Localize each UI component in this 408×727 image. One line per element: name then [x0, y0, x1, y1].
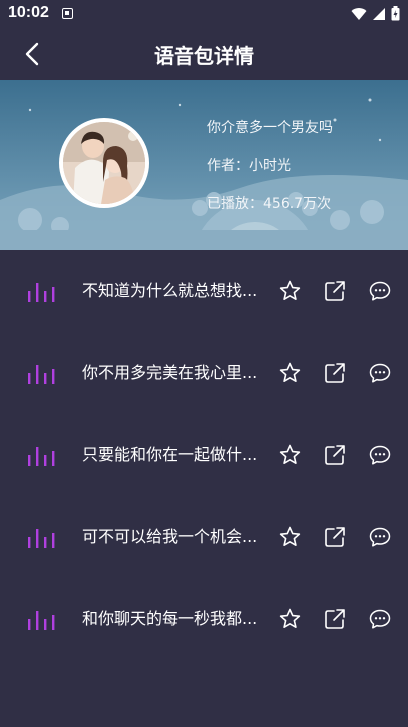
list-item-title[interactable]: 你不用多完美在我心里...	[82, 362, 268, 384]
wifi-icon	[351, 7, 367, 20]
star-icon[interactable]	[278, 607, 302, 631]
list-item[interactable]: 和你聊天的每一秒我都...	[0, 578, 408, 660]
battery-icon	[391, 6, 400, 21]
pack-author: 作者：小时光	[207, 158, 291, 174]
pack-banner: 你介意多一个男友吗 作者：小时光 已播放：456.7万次	[0, 80, 408, 250]
audio-wave-icon	[28, 611, 55, 630]
status-time: 10:02	[8, 4, 49, 21]
star-icon[interactable]	[278, 361, 302, 385]
status-icons	[351, 6, 400, 21]
star-icon[interactable]	[278, 279, 302, 303]
audio-wave-icon	[28, 529, 55, 548]
signal-icon	[373, 7, 385, 20]
share-icon[interactable]	[323, 279, 347, 303]
audio-wave-icon	[28, 283, 55, 302]
list-item-title[interactable]: 和你聊天的每一秒我都...	[82, 608, 268, 630]
star-icon[interactable]	[278, 443, 302, 467]
list-item[interactable]: 不知道为什么就总想找...	[0, 250, 408, 332]
pack-play-count: 已播放：456.7万次	[207, 196, 332, 212]
audio-wave-icon	[28, 447, 55, 466]
share-icon[interactable]	[323, 443, 347, 467]
list-item-title[interactable]: 可不可以给我一个机会...	[82, 526, 268, 548]
list-item-title[interactable]: 不知道为什么就总想找...	[82, 280, 268, 302]
list-item[interactable]: 只要能和你在一起做什...	[0, 414, 408, 496]
comment-icon[interactable]	[368, 361, 392, 385]
list-item[interactable]: 你不用多完美在我心里...	[0, 332, 408, 414]
comment-icon[interactable]	[368, 443, 392, 467]
pack-info: 你介意多一个男友吗 作者：小时光 已播放：456.7万次	[207, 118, 333, 232]
notification-icon	[62, 8, 73, 19]
status-bar: 10:02	[0, 0, 408, 28]
audio-wave-icon	[28, 365, 55, 384]
list-item-title[interactable]: 只要能和你在一起做什...	[82, 444, 268, 466]
share-icon[interactable]	[323, 525, 347, 549]
couple-cover-image	[63, 122, 145, 204]
comment-icon[interactable]	[368, 525, 392, 549]
star-icon[interactable]	[278, 525, 302, 549]
comment-icon[interactable]	[368, 607, 392, 631]
pack-cover-avatar	[59, 118, 149, 208]
comment-icon[interactable]	[368, 279, 392, 303]
nav-bar: 语音包详情	[0, 28, 408, 80]
share-icon[interactable]	[323, 607, 347, 631]
pack-name: 你介意多一个男友吗	[207, 120, 333, 136]
share-icon[interactable]	[323, 361, 347, 385]
page-title: 语音包详情	[154, 44, 254, 68]
list-item[interactable]: 可不可以给我一个机会...	[0, 496, 408, 578]
